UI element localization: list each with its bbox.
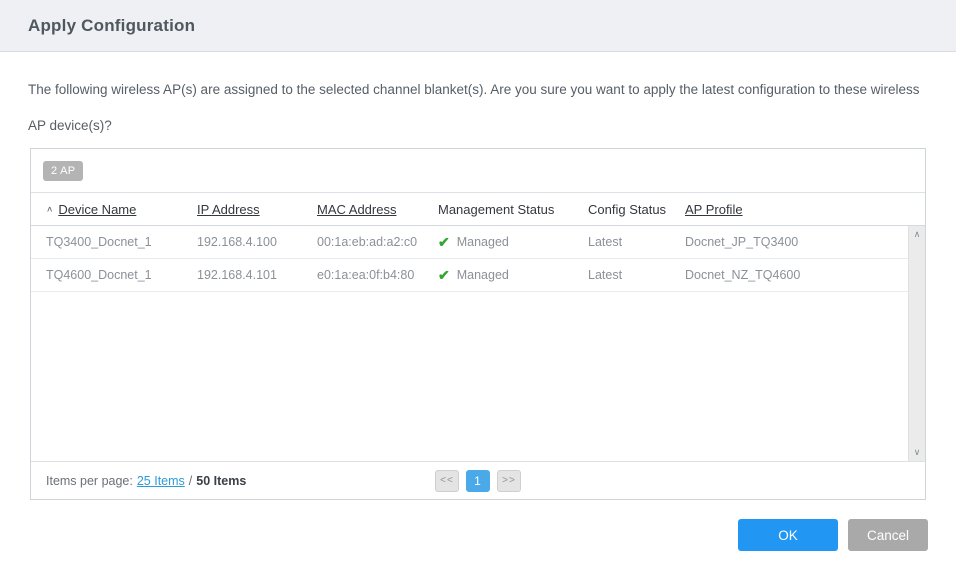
cancel-button[interactable]: Cancel xyxy=(848,519,928,551)
confirmation-message: The following wireless AP(s) are assigne… xyxy=(28,82,920,133)
column-label: Config Status xyxy=(588,201,667,217)
mac-address-cell: 00:1a:eb:ad:a2:c0 xyxy=(317,235,418,249)
mac-address-cell: e0:1a:ea:0f:b4:80 xyxy=(317,268,415,282)
table-toolbar: 2 AP xyxy=(31,149,925,193)
next-page-button[interactable]: >> xyxy=(497,469,521,492)
column-label: MAC Address xyxy=(317,201,397,217)
items-per-page: Items per page: 25 Items / 50 Items xyxy=(46,474,246,488)
title-bar: Apply Configuration xyxy=(0,0,956,52)
management-status-text: Managed xyxy=(456,235,509,249)
ap-profile-cell: Docnet_NZ_TQ4600 xyxy=(685,268,801,282)
table-header-row: ∧ Device Name IP Address MAC Address Man… xyxy=(31,193,925,226)
ok-button[interactable]: OK xyxy=(738,519,838,551)
device-name-cell: TQ3400_Docnet_1 xyxy=(46,235,152,249)
management-status-cell: ✔ Managed xyxy=(438,267,588,284)
ap-count-badge: 2 AP xyxy=(43,160,84,181)
managed-check-icon: ✔ xyxy=(438,233,450,250)
column-header-config-status: Config Status xyxy=(588,202,685,217)
column-label: IP Address xyxy=(197,201,260,217)
ap-profile-cell: Docnet_JP_TQ3400 xyxy=(685,235,799,249)
total-items-label: 50 Items xyxy=(196,473,247,488)
vertical-scrollbar[interactable]: ∧ ∨ xyxy=(908,226,925,461)
column-label: Device Name xyxy=(58,201,137,217)
items-per-page-link[interactable]: 25 Items xyxy=(137,474,185,488)
previous-page-button[interactable]: << xyxy=(435,469,459,492)
table-row: TQ4600_Docnet_1 192.168.4.101 e0:1a:ea:0… xyxy=(31,259,925,292)
column-header-ap-profile[interactable]: AP Profile xyxy=(685,202,908,217)
device-name-cell: TQ4600_Docnet_1 xyxy=(46,268,152,282)
pagination-bar: Items per page: 25 Items / 50 Items << 1… xyxy=(31,461,925,499)
column-header-management-status: Management Status xyxy=(438,202,588,217)
sort-ascending-icon: ∧ xyxy=(46,204,54,214)
table-body: TQ3400_Docnet_1 192.168.4.100 00:1a:eb:a… xyxy=(31,226,925,461)
management-status-text: Managed xyxy=(456,268,509,282)
column-label: AP Profile xyxy=(685,201,743,217)
config-status-cell: Latest xyxy=(588,268,623,282)
management-status-cell: ✔ Managed xyxy=(438,234,588,251)
items-per-page-label: Items per page: xyxy=(46,473,133,488)
managed-check-icon: ✔ xyxy=(438,266,450,283)
column-header-ip-address[interactable]: IP Address xyxy=(197,202,317,217)
ip-address-cell: 192.168.4.100 xyxy=(197,235,277,249)
ap-table: 2 AP ∧ Device Name IP Address MAC Addres… xyxy=(30,148,926,500)
scroll-down-icon[interactable]: ∨ xyxy=(914,447,921,458)
page-1-button[interactable]: 1 xyxy=(466,469,490,492)
column-header-device-name[interactable]: ∧ Device Name xyxy=(46,202,197,217)
config-status-cell: Latest xyxy=(588,235,623,249)
items-separator: / xyxy=(188,473,193,488)
footer-actions: OK Cancel xyxy=(738,519,928,551)
table-row: TQ3400_Docnet_1 192.168.4.100 00:1a:eb:a… xyxy=(31,226,925,259)
pager: << 1 >> xyxy=(435,469,521,492)
ip-address-cell: 192.168.4.101 xyxy=(197,268,277,282)
scroll-up-icon[interactable]: ∧ xyxy=(914,229,921,240)
column-header-mac-address[interactable]: MAC Address xyxy=(317,202,438,217)
page-title: Apply Configuration xyxy=(28,15,196,35)
column-label: Management Status xyxy=(438,201,555,217)
